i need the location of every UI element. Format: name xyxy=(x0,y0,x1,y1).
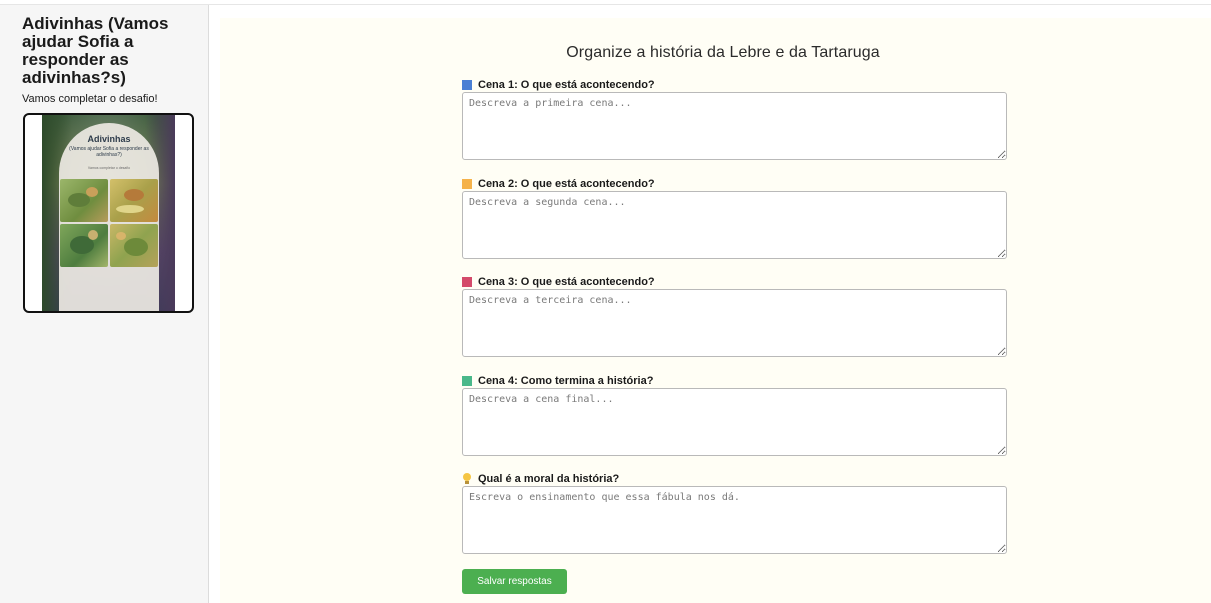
cover-scene-4 xyxy=(110,224,158,267)
cover-scene-2 xyxy=(110,179,158,222)
scene-4-label-text: Cena 4: Como termina a história? xyxy=(478,375,654,387)
scene-2-textarea[interactable] xyxy=(462,191,1007,259)
scene-3-label-text: Cena 3: O que está acontecendo? xyxy=(478,276,655,288)
cover-scene-grid xyxy=(60,179,158,267)
cover-small-text: Vamos completar o desafio xyxy=(87,166,131,170)
scene-4-textarea[interactable] xyxy=(462,388,1007,456)
save-answers-button[interactable]: Salvar respostas xyxy=(462,569,567,594)
cover-scene-3 xyxy=(60,224,108,267)
scene-4-group: Cena 4: Como termina a história? xyxy=(462,374,1007,456)
scene-4-label: Cena 4: Como termina a história? xyxy=(462,374,1007,388)
moral-label: Qual é a moral da história? xyxy=(462,472,1007,486)
activity-cover-card[interactable]: Adivinhas (Vamos ajudar Sofia a responde… xyxy=(23,113,194,313)
cover-title: Adivinhas xyxy=(87,134,131,144)
moral-textarea[interactable] xyxy=(462,486,1007,554)
cover-scene-1 xyxy=(60,179,108,222)
red-square-icon xyxy=(462,277,472,287)
sidebar-title: Adivinhas (Vamos ajudar Sofia a responde… xyxy=(22,14,169,87)
story-form-panel: Organize a história da Lebre e da Tartar… xyxy=(220,18,1211,603)
scene-2-label: Cena 2: O que está acontecendo? xyxy=(462,177,1007,191)
page-title: Organize a história da Lebre e da Tartar… xyxy=(566,44,880,61)
scene-3-textarea[interactable] xyxy=(462,289,1007,357)
sidebar-subtitle: Vamos completar o desafio! xyxy=(22,93,158,105)
scene-1-group: Cena 1: O que está acontecendo? xyxy=(462,78,1007,160)
moral-label-text: Qual é a moral da história? xyxy=(478,473,620,485)
scene-2-label-text: Cena 2: O que está acontecendo? xyxy=(478,178,655,190)
green-square-icon xyxy=(462,376,472,386)
scene-3-group: Cena 3: O que está acontecendo? xyxy=(462,275,1007,357)
lightbulb-icon xyxy=(462,473,472,485)
moral-group: Qual é a moral da história? xyxy=(462,472,1007,554)
blue-square-icon xyxy=(462,80,472,90)
scene-2-group: Cena 2: O que está acontecendo? xyxy=(462,177,1007,259)
scene-1-label-text: Cena 1: O que está acontecendo? xyxy=(478,79,655,91)
scene-1-textarea[interactable] xyxy=(462,92,1007,160)
scene-3-label: Cena 3: O que está acontecendo? xyxy=(462,275,1007,289)
scene-1-label: Cena 1: O que está acontecendo? xyxy=(462,78,1007,92)
orange-square-icon xyxy=(462,179,472,189)
cover-subtitle: (Vamos ajudar Sofia a responder as adivi… xyxy=(69,146,149,158)
cover-image: Adivinhas (Vamos ajudar Sofia a responde… xyxy=(42,115,175,311)
